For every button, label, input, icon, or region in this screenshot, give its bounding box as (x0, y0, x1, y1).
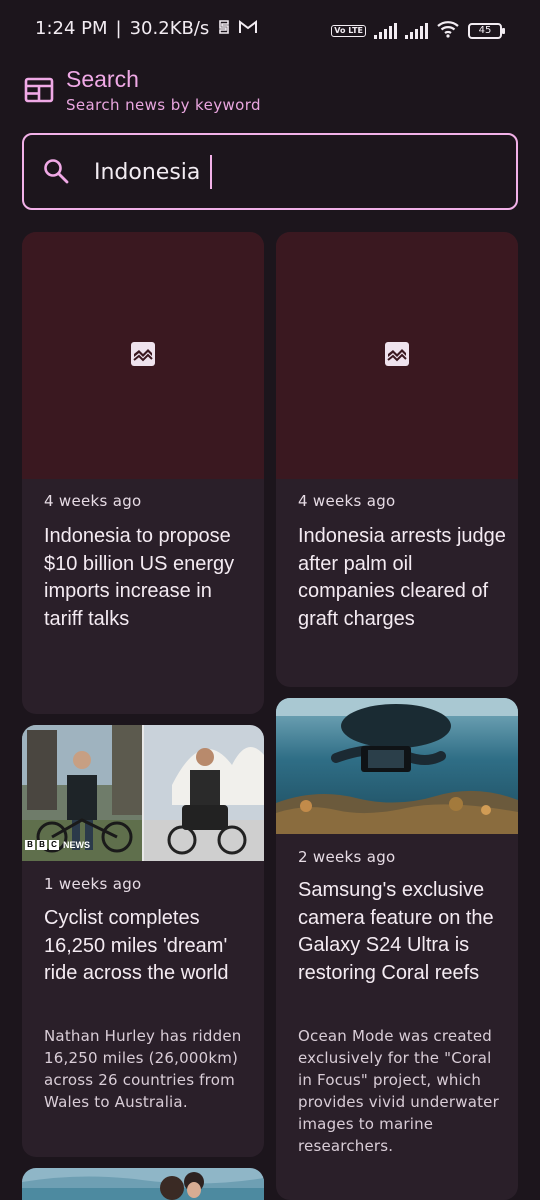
article-image: B B C NEWS (22, 725, 264, 861)
article-title: Indonesia arrests judge after palm oil c… (298, 525, 506, 630)
article-card[interactable] (22, 1168, 264, 1200)
battery-icon: 45 (468, 23, 505, 39)
newspaper-icon (24, 76, 54, 104)
article-age: 4 weeks ago (298, 492, 396, 510)
status-time: 1:24 PM (35, 18, 108, 39)
bbc-news-logo: B B C NEWS (25, 840, 90, 850)
image-placeholder (276, 232, 518, 479)
bbc-logo-letter: C (49, 840, 59, 850)
article-image (276, 698, 518, 834)
volte-icon: Vo LTE (331, 25, 366, 37)
article-description: Ocean Mode was created exclusively for t… (298, 1027, 499, 1155)
article-card[interactable]: 4 weeks ago Indonesia arrests judge afte… (276, 232, 518, 687)
signal-icon-1 (374, 23, 397, 39)
page-header: Search Search news by keyword (22, 64, 502, 118)
search-icon (42, 157, 70, 185)
article-card[interactable]: 2 weeks ago Samsung's exclusive camera f… (276, 698, 518, 1200)
article-description: Nathan Hurley has ridden 16,250 miles (2… (44, 1027, 242, 1111)
status-right: Vo LTE 45 (331, 20, 505, 42)
article-age: 2 weeks ago (298, 848, 396, 866)
article-image (22, 1168, 264, 1200)
wifi-icon (436, 20, 460, 42)
status-bar: 1:24 PM | 30.2KB/s Vo LTE 45 (0, 0, 540, 60)
bbc-logo-letter: B (37, 840, 47, 850)
article-title: Samsung's exclusive camera feature on th… (298, 879, 494, 984)
signal-icon-2 (405, 23, 428, 39)
article-card[interactable]: 4 weeks ago Indonesia to propose $10 bil… (22, 232, 264, 714)
search-field[interactable] (22, 133, 518, 210)
article-age: 4 weeks ago (44, 492, 142, 510)
text-cursor (210, 155, 212, 189)
article-card[interactable]: B B C NEWS 1 weeks ago Cyclist completes… (22, 725, 264, 1157)
broken-image-icon (384, 341, 410, 371)
article-title: Indonesia to propose $10 billion US ener… (44, 525, 235, 630)
status-speed: 30.2KB/s (129, 18, 210, 39)
search-input[interactable] (94, 155, 474, 189)
article-title: Cyclist completes 16,250 miles 'dream' r… (44, 907, 229, 984)
status-divider: | (115, 18, 122, 39)
status-left: 1:24 PM | 30.2KB/s (35, 18, 258, 39)
page-title: Search (66, 66, 139, 92)
gmail-icon (239, 19, 258, 38)
bbc-news-label: NEWS (63, 840, 90, 850)
image-placeholder (22, 232, 264, 479)
notification-icon (217, 19, 231, 39)
article-age: 1 weeks ago (44, 875, 142, 893)
bbc-logo-letter: B (25, 840, 35, 850)
broken-image-icon (130, 341, 156, 371)
page-subtitle: Search news by keyword (66, 96, 261, 114)
